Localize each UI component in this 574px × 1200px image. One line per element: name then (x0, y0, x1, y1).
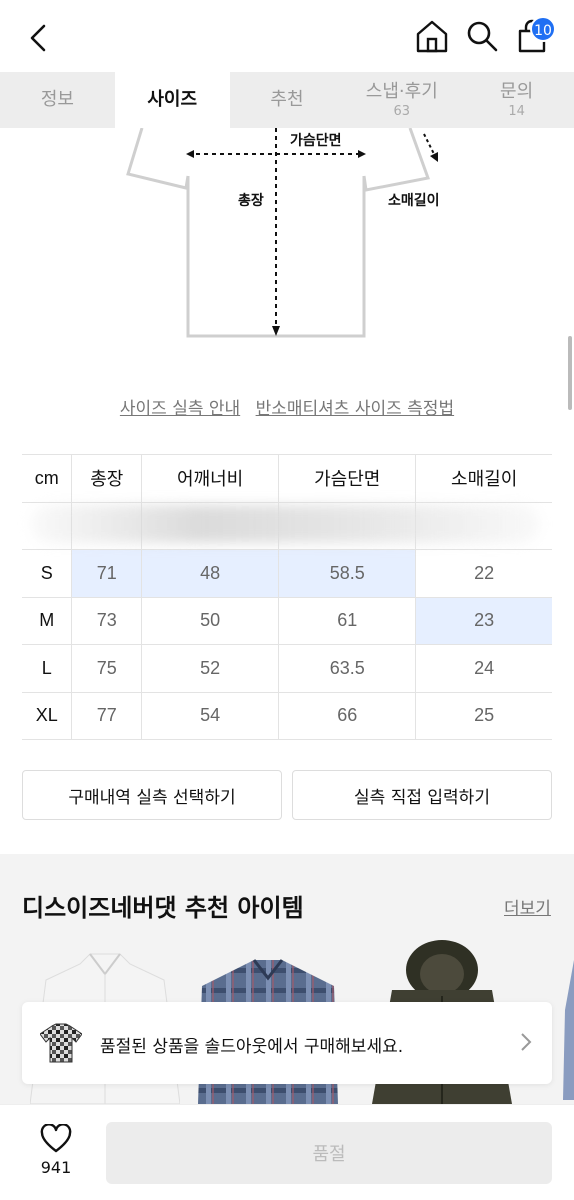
tab-info[interactable]: 정보 (0, 72, 115, 128)
table-cell: 23 (415, 596, 552, 645)
tshirt-outline-image (126, 127, 438, 338)
table-cell: 25 (415, 691, 552, 740)
table-header-row: cm 총장 어깨너비 가슴단면 소매길이 (22, 454, 552, 502)
table-cell: 63.5 (278, 644, 416, 692)
manual-input-button[interactable]: 실측 직접 입력하기 (292, 770, 552, 820)
table-cell: 22 (415, 549, 552, 597)
tab-recommend[interactable]: 추천 (230, 72, 345, 128)
tab-snap-review[interactable]: 스냅·후기 63 (344, 72, 459, 128)
table-cell: 48 (141, 549, 279, 597)
table-cell: S (22, 549, 72, 597)
top-bar: 10 (0, 0, 574, 72)
table-cell: 50 (141, 596, 279, 645)
table-cell: 58.5 (278, 549, 416, 597)
like-count: 941 (40, 1158, 72, 1177)
cart-count-badge: 10 (530, 16, 556, 42)
table-row: M 73 50 61 23 (22, 596, 552, 645)
table-header-cell: 총장 (71, 454, 142, 502)
table-cell: 66 (278, 691, 416, 740)
table-header-cell: cm (22, 454, 72, 502)
table-header-cell: 어깨너비 (141, 454, 279, 502)
table-cell: 61 (278, 596, 416, 645)
tab-count: 14 (508, 103, 525, 119)
length-label: 총장 (238, 193, 264, 209)
blurred-my-size-row (30, 505, 540, 543)
select-purchase-history-button[interactable]: 구매내역 실측 선택하기 (22, 770, 282, 820)
measure-method-link[interactable]: 반소매티셔츠 사이즈 측정법 (256, 399, 455, 419)
table-cell: 77 (71, 691, 142, 740)
tab-inquiry[interactable]: 문의 14 (459, 72, 574, 128)
tab-label: 스냅·후기 (365, 80, 438, 102)
tab-bar: 정보 사이즈 추천 스냅·후기 63 문의 14 (0, 72, 574, 128)
table-cell: XL (22, 691, 72, 740)
tab-label: 추천 (270, 89, 304, 110)
product-thumbnail-partial (563, 960, 574, 1100)
table-cell: 71 (71, 549, 142, 597)
tab-label: 정보 (40, 89, 74, 110)
soldout-banner-text: 품절된 상품을 솔드아웃에서 구매해보세요. (100, 1037, 404, 1057)
recommend-title: 디스이즈네버댓 추천 아이템 (22, 894, 304, 922)
search-icon[interactable] (464, 18, 500, 54)
chevron-right-icon (521, 1033, 532, 1051)
table-cell: 52 (141, 644, 279, 692)
table-header-cell: 가슴단면 (278, 454, 416, 502)
sleeve-label: 소매길이 (388, 193, 440, 209)
tab-label: 문의 (500, 80, 534, 102)
tab-count: 63 (393, 103, 411, 119)
table-cell: L (22, 644, 72, 692)
tab-label: 사이즈 (147, 89, 198, 110)
tab-size[interactable]: 사이즈 (114, 72, 230, 128)
size-diagram: 가슴단면 총장 소매길이 (120, 127, 460, 343)
table-row: S 71 48 58.5 22 (22, 549, 552, 597)
table-cell: 54 (141, 691, 279, 740)
table-cell: 73 (71, 596, 142, 645)
heart-icon[interactable] (40, 1124, 72, 1154)
table-header-cell: 소매길이 (415, 454, 552, 502)
size-guide-link[interactable]: 사이즈 실측 안내 (120, 399, 240, 419)
home-icon[interactable] (414, 18, 450, 54)
soldout-banner[interactable]: 품절된 상품을 솔드아웃에서 구매해보세요. (22, 1002, 552, 1084)
chest-label: 가슴단면 (290, 133, 342, 149)
table-cell: 75 (71, 644, 142, 692)
back-arrow-icon[interactable] (22, 20, 58, 56)
table-cell: M (22, 596, 72, 645)
size-links: 사이즈 실측 안내 반소매티셔츠 사이즈 측정법 (0, 394, 574, 419)
recommend-more-link[interactable]: 더보기 (504, 894, 551, 919)
shirt-thumbnail-icon (40, 1023, 82, 1063)
sold-out-button[interactable]: 품절 (106, 1122, 552, 1184)
table-row: XL 77 54 66 25 (22, 691, 552, 740)
table-row: L 75 52 63.5 24 (22, 644, 552, 692)
table-cell: 24 (415, 644, 552, 692)
size-table: cm 총장 어깨너비 가슴단면 소매길이 S 71 48 58.5 22 M 7… (22, 454, 552, 740)
